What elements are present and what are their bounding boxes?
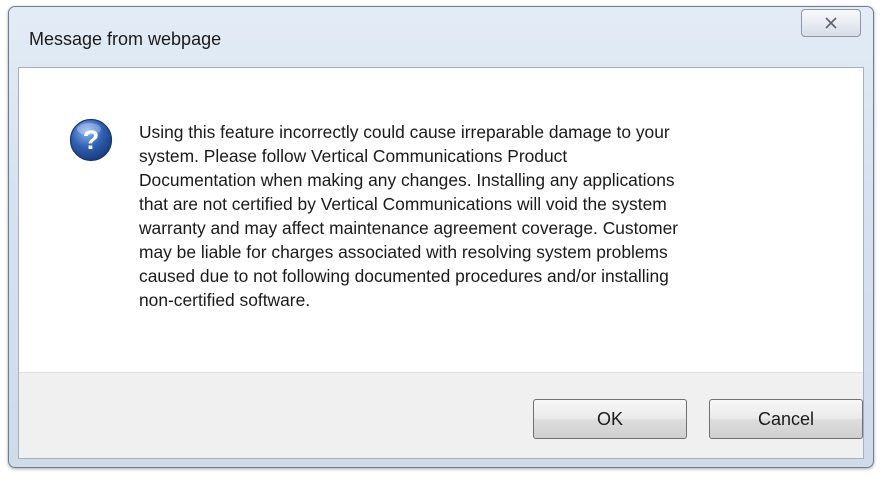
ok-button[interactable]: OK	[533, 399, 687, 439]
message-area: ? Using this feature incorrectly could c…	[19, 68, 863, 372]
message-line: warranty and may affect maintenance agre…	[139, 218, 679, 238]
message-line: may be liable for charges associated wit…	[139, 242, 668, 262]
cancel-button[interactable]: Cancel	[709, 399, 863, 439]
close-button[interactable]	[801, 9, 861, 37]
close-icon	[824, 17, 838, 29]
message-line: that are not certified by Vertical Commu…	[139, 194, 667, 214]
message-line: Documentation when making any changes. I…	[139, 170, 675, 190]
svg-text:?: ?	[83, 125, 100, 155]
message-line: caused due to not following documented p…	[139, 266, 669, 286]
dialog-title: Message from webpage	[29, 29, 222, 49]
title-bar[interactable]: Message from webpage	[9, 7, 873, 67]
message-line: non-certified software.	[139, 290, 311, 310]
message-line: Using this feature incorrectly could cau…	[139, 122, 670, 142]
dialog-client-area: ? Using this feature incorrectly could c…	[18, 67, 864, 459]
message-line: system. Please follow Vertical Communica…	[139, 146, 568, 166]
message-dialog: Message from webpage ? Using this featur…	[8, 6, 874, 468]
button-bar: OK Cancel	[19, 372, 863, 458]
dialog-message: Using this feature incorrectly could cau…	[139, 120, 829, 312]
question-icon: ?	[69, 118, 113, 162]
